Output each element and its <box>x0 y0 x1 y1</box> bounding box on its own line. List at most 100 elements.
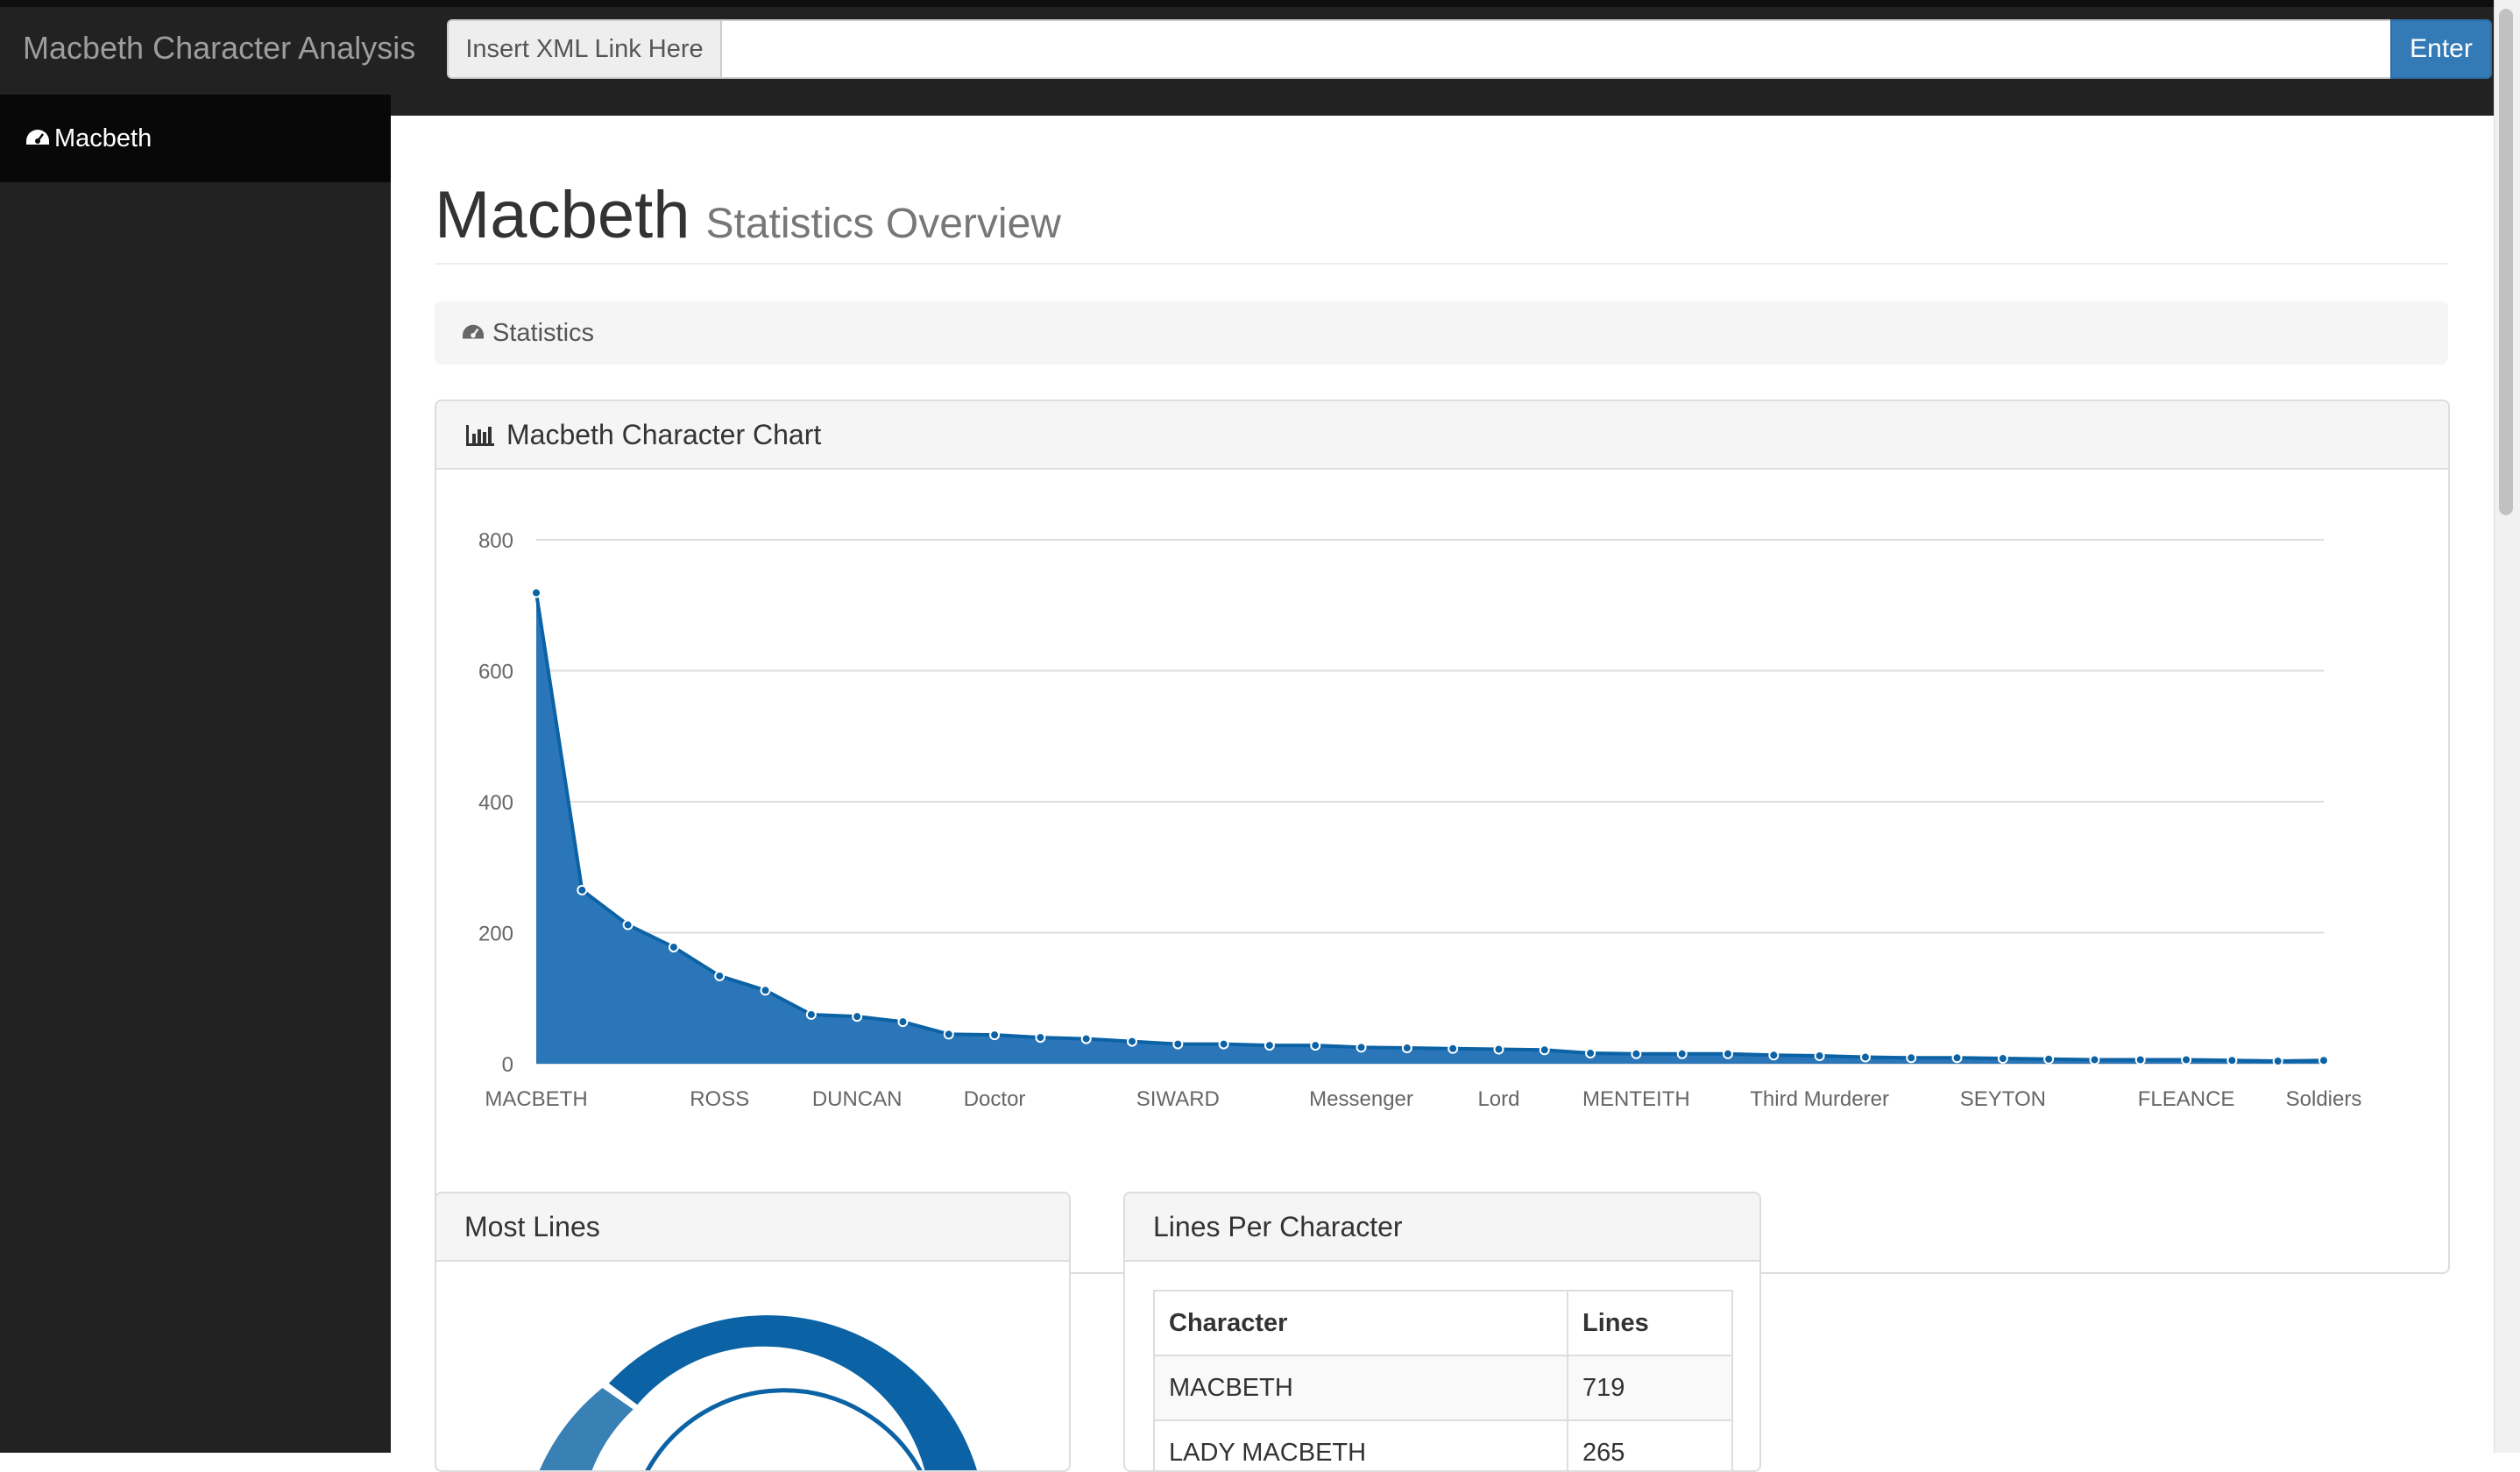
lines-cell: 265 <box>1567 1419 1733 1470</box>
most-lines-donut-chart <box>539 1315 977 1472</box>
character-chart-panel: Macbeth Character Chart 0 200 400 600 800 MAC… <box>435 400 2450 1274</box>
x-tick-label: DUNCAN <box>812 1087 903 1111</box>
sidebar-item-macbeth[interactable]: Macbeth <box>0 95 391 182</box>
x-tick-label: Messenger <box>1309 1087 1413 1111</box>
data-point[interactable] <box>760 985 771 996</box>
lines-per-character-title: Lines Per Character <box>1153 1210 1403 1242</box>
x-tick-label: SIWARD <box>1136 1087 1220 1111</box>
data-point[interactable] <box>2272 1056 2283 1067</box>
sidebar-item-label: Macbeth <box>54 124 152 152</box>
lines-per-character-heading: Lines Per Character <box>1125 1193 1759 1262</box>
data-point[interactable] <box>1401 1043 1412 1054</box>
x-tick-label: Third Murderer <box>1750 1087 1889 1111</box>
y-tick-label: 200 <box>478 923 513 946</box>
most-lines-panel: Most Lines <box>435 1192 1071 1472</box>
data-point[interactable] <box>531 587 542 598</box>
dashboard-icon <box>26 130 49 145</box>
table-row: LADY MACBETH 265 <box>1153 1419 1733 1470</box>
x-tick-label: SEYTON <box>1960 1087 2046 1111</box>
y-tick-label: 600 <box>478 661 513 684</box>
data-point[interactable] <box>1676 1048 1688 1059</box>
lines-per-character-table: Character Lines MACBETH 719 LADY MACBETH… <box>1153 1290 1733 1470</box>
data-point[interactable] <box>943 1029 954 1040</box>
character-cell: MACBETH <box>1153 1355 1568 1421</box>
chart-panel-title: Macbeth Character Chart <box>506 418 822 450</box>
data-point[interactable] <box>1127 1036 1137 1047</box>
window-edge <box>0 0 2520 7</box>
lines-cell: 719 <box>1567 1355 1733 1421</box>
data-point[interactable] <box>1951 1052 1963 1064</box>
data-point[interactable] <box>1539 1044 1550 1056</box>
data-point[interactable] <box>1356 1042 1367 1053</box>
x-tick-label: Lord <box>1477 1087 1519 1111</box>
table-header-row: Character Lines <box>1153 1290 1733 1356</box>
data-point[interactable] <box>1080 1033 1092 1044</box>
column-header-lines[interactable]: Lines <box>1567 1290 1733 1356</box>
data-point[interactable] <box>1768 1050 1780 1061</box>
data-point[interactable] <box>1814 1051 1825 1062</box>
data-point[interactable] <box>668 941 679 952</box>
data-point[interactable] <box>1585 1048 1596 1059</box>
data-point[interactable] <box>989 1030 1001 1041</box>
lines-per-character-panel: Lines Per Character Character Lines MACB… <box>1123 1192 1761 1472</box>
data-point[interactable] <box>2226 1055 2238 1066</box>
data-point[interactable] <box>1493 1044 1504 1055</box>
x-tick-label: Doctor <box>964 1087 1026 1111</box>
data-point[interactable] <box>1172 1038 1184 1050</box>
dashboard-icon <box>463 324 484 339</box>
main-content: Macbeth Statistics Overview Statistics Ma… <box>391 116 2494 1472</box>
x-tick-label: Soldiers <box>2286 1087 2362 1111</box>
donut-segment-lady-macbeth[interactable] <box>539 1388 634 1472</box>
data-point[interactable] <box>2318 1055 2329 1066</box>
scrollbar-thumb[interactable] <box>2499 9 2513 515</box>
data-point[interactable] <box>1310 1040 1321 1051</box>
data-point[interactable] <box>852 1011 863 1023</box>
enter-button[interactable]: Enter <box>2390 19 2492 79</box>
data-point[interactable] <box>2134 1054 2146 1065</box>
y-tick-label: 400 <box>478 791 513 815</box>
chart-panel-heading: Macbeth Character Chart <box>436 401 2448 470</box>
area-line <box>534 592 2325 1064</box>
data-point[interactable] <box>1723 1048 1733 1059</box>
data-point[interactable] <box>1631 1048 1642 1059</box>
character-area-chart: 0 200 400 600 800 MACBETH ROSS DUNCAN Doctor SIWA… <box>478 529 2362 1111</box>
title-divider <box>435 263 2448 265</box>
data-point[interactable] <box>1997 1053 2008 1065</box>
data-point[interactable] <box>1906 1052 1917 1064</box>
breadcrumb-label: Statistics <box>492 318 595 347</box>
data-point[interactable] <box>1218 1038 1229 1050</box>
breadcrumb: Statistics <box>435 301 2448 364</box>
navbar-brand[interactable]: Macbeth Character Analysis <box>23 30 415 67</box>
data-point[interactable] <box>2043 1053 2055 1065</box>
data-point[interactable] <box>805 1008 817 1020</box>
most-lines-title: Most Lines <box>464 1210 600 1242</box>
area-fill <box>536 592 2324 1064</box>
page-title: Macbeth Statistics Overview <box>435 177 1061 253</box>
x-tick-label: MACBETH <box>485 1087 587 1111</box>
data-point[interactable] <box>1448 1043 1459 1054</box>
xml-link-input[interactable] <box>722 19 2399 79</box>
data-point[interactable] <box>1035 1032 1046 1044</box>
data-point[interactable] <box>1264 1040 1275 1051</box>
data-point[interactable] <box>2181 1054 2192 1065</box>
page-subtitle: Statistics Overview <box>705 201 1061 247</box>
most-lines-heading: Most Lines <box>436 1193 1069 1262</box>
bar-chart-icon <box>466 425 494 446</box>
sidebar: Macbeth <box>0 95 391 1453</box>
data-point[interactable] <box>622 919 634 931</box>
data-point[interactable] <box>897 1016 909 1028</box>
character-cell: LADY MACBETH <box>1153 1419 1568 1470</box>
x-tick-label: MENTEITH <box>1582 1087 1690 1111</box>
data-point[interactable] <box>714 970 726 981</box>
data-point[interactable] <box>1859 1051 1871 1063</box>
page-title-text: Macbeth <box>435 178 690 252</box>
data-point[interactable] <box>577 884 588 895</box>
data-point[interactable] <box>2089 1054 2100 1065</box>
x-tick-label: FLEANCE <box>2138 1087 2235 1111</box>
table-row: MACBETH 719 <box>1153 1355 1733 1421</box>
xml-link-form: Insert XML Link Here Enter <box>447 19 2492 79</box>
y-tick-label: 0 <box>502 1053 513 1077</box>
y-tick-label: 800 <box>478 529 513 553</box>
x-tick-label: ROSS <box>690 1087 749 1111</box>
column-header-character[interactable]: Character <box>1153 1290 1568 1356</box>
